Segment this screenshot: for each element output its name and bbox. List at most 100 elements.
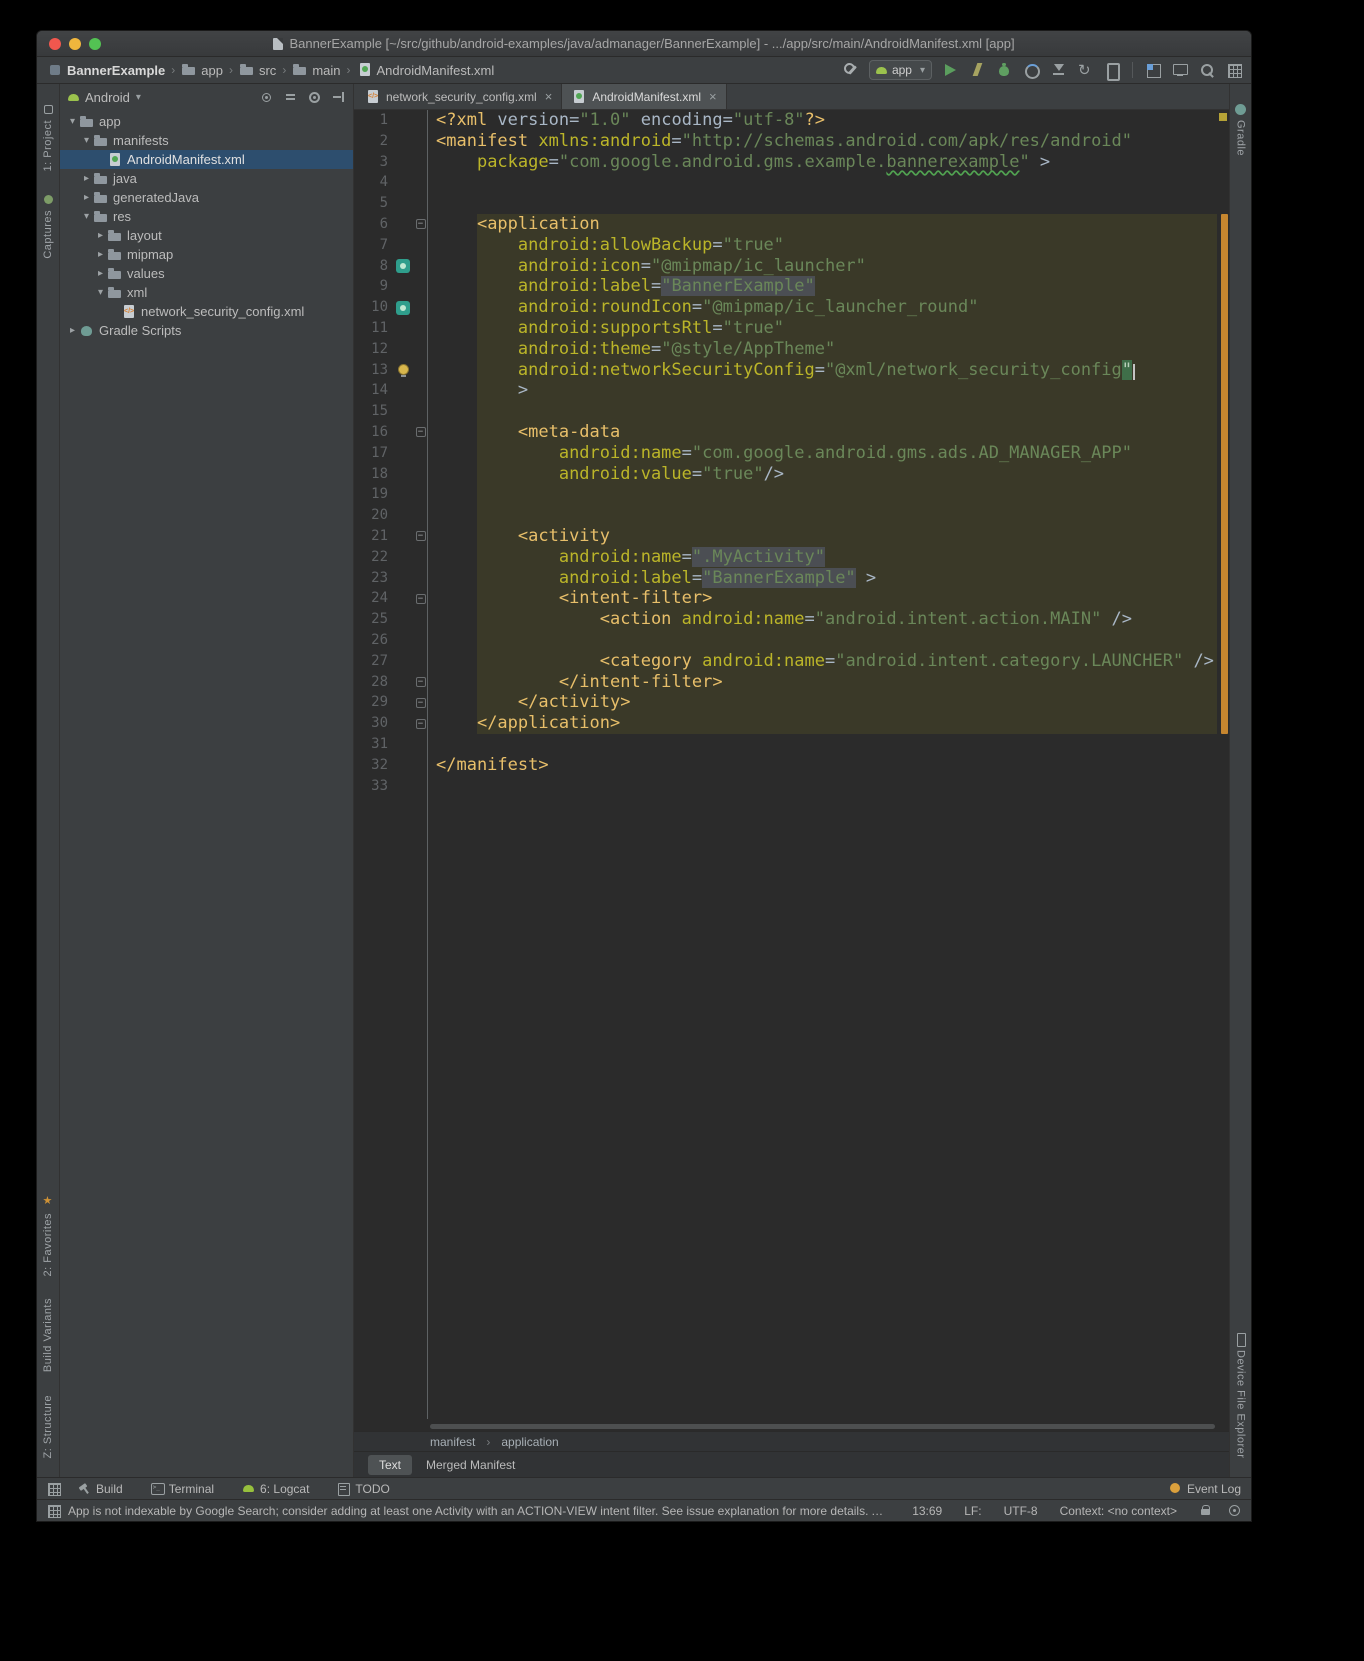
code-line[interactable]: 27 <category android:name="android.inten… (354, 651, 1229, 672)
window-grid-icon[interactable] (1225, 61, 1243, 79)
horizontal-scrollbar[interactable] (430, 1424, 1215, 1429)
tool-button[interactable]: 1: Project (42, 103, 55, 171)
run-icon[interactable] (941, 61, 959, 79)
tree-item[interactable]: ▸Gradle Scripts (60, 321, 353, 340)
tool-button[interactable]: Gradle (1234, 103, 1247, 156)
fold-marker[interactable]: − (416, 594, 426, 604)
tree-item[interactable]: ▸mipmap (60, 245, 353, 264)
tree-expand-arrow[interactable]: ▸ (94, 230, 107, 241)
tree-expand-arrow[interactable]: ▾ (80, 211, 93, 222)
tool-button[interactable]: Device File Explorer (1234, 1333, 1247, 1458)
code-line[interactable]: 26 (354, 630, 1229, 651)
code-line[interactable]: 20 (354, 505, 1229, 526)
code-line[interactable]: 8 android:icon="@mipmap/ic_launcher" (354, 256, 1229, 277)
tool-button[interactable]: Captures (42, 193, 55, 259)
apply-changes-icon[interactable] (968, 61, 986, 79)
tool-button[interactable]: Z: Structure (42, 1395, 54, 1458)
fold-marker[interactable]: − (416, 531, 426, 541)
code-line[interactable]: 15 (354, 401, 1229, 422)
code-line[interactable]: 9 android:label="BannerExample" (354, 276, 1229, 297)
code-line[interactable]: 18 android:value="true"/> (354, 464, 1229, 485)
layout-inspector-icon[interactable] (1144, 61, 1162, 79)
android-monitor-icon[interactable] (1171, 61, 1189, 79)
breadcrumb-item[interactable]: main (290, 62, 342, 78)
code-line[interactable]: 17 android:name="com.google.android.gms.… (354, 443, 1229, 464)
line-ending-indicator[interactable]: LF: (964, 1504, 981, 1518)
tree-expand-arrow[interactable]: ▾ (66, 116, 79, 127)
toolwindow-switcher-icon[interactable] (47, 1482, 60, 1495)
code-line[interactable]: 7 android:allowBackup="true" (354, 235, 1229, 256)
tree-expand-arrow[interactable]: ▾ (80, 135, 93, 146)
code-line[interactable]: 29− </activity> (354, 692, 1229, 713)
run-configuration-select[interactable]: app ▾ (869, 60, 932, 80)
xml-breadcrumb-item[interactable]: manifest (430, 1435, 475, 1449)
tree-item[interactable]: ▾xml (60, 283, 353, 302)
close-tab-icon[interactable]: × (709, 89, 717, 104)
tree-item[interactable]: ▾res (60, 207, 353, 226)
statusbar-toolwindows-icon[interactable] (47, 1504, 60, 1517)
tool-window-button[interactable]: Event Log (1169, 1482, 1241, 1496)
code-line[interactable]: 2<manifest xmlns:android="http://schemas… (354, 131, 1229, 152)
tree-expand-arrow[interactable]: ▸ (80, 192, 93, 203)
fold-marker[interactable]: − (416, 427, 426, 437)
collapse-all-icon[interactable] (284, 91, 297, 104)
code-line[interactable]: 11 android:supportsRtl="true" (354, 318, 1229, 339)
breadcrumb-item[interactable]: BannerExample (45, 62, 167, 78)
editor-tab[interactable]: network_security_config.xml× (356, 84, 562, 109)
fold-marker[interactable]: − (416, 698, 426, 708)
search-icon[interactable] (1198, 61, 1216, 79)
view-tab-text[interactable]: Text (368, 1455, 412, 1475)
tool-button[interactable]: Build Variants (42, 1298, 54, 1372)
locate-file-icon[interactable] (260, 91, 273, 104)
tree-expand-arrow[interactable]: ▸ (66, 325, 79, 336)
editor-tab[interactable]: AndroidManifest.xml× (562, 84, 726, 109)
close-tab-icon[interactable]: × (545, 89, 553, 104)
tree-expand-arrow[interactable]: ▸ (94, 249, 107, 260)
settings-gear-icon[interactable] (308, 91, 321, 104)
intention-bulb-icon[interactable] (398, 364, 409, 375)
breadcrumb-item[interactable]: src (237, 62, 278, 78)
profiler-icon[interactable] (1022, 61, 1040, 79)
code-line[interactable]: 21− <activity (354, 526, 1229, 547)
tool-window-button[interactable]: TODO (337, 1482, 389, 1496)
breadcrumb-item[interactable]: AndroidManifest.xml (355, 62, 497, 78)
tree-item[interactable]: ▾manifests (60, 131, 353, 150)
code-line[interactable]: 25 <action android:name="android.intent.… (354, 609, 1229, 630)
code-line[interactable]: 10 android:roundIcon="@mipmap/ic_launche… (354, 297, 1229, 318)
sync-gradle-icon[interactable] (1076, 61, 1094, 79)
fold-marker[interactable]: − (416, 677, 426, 687)
xml-breadcrumb-item[interactable]: application (501, 1435, 558, 1449)
code-line[interactable]: 12 android:theme="@style/AppTheme" (354, 339, 1229, 360)
code-line[interactable]: 14 > (354, 380, 1229, 401)
code-line[interactable]: 5 (354, 193, 1229, 214)
wrench-icon[interactable] (842, 61, 860, 79)
code-line[interactable]: 6− <application (354, 214, 1229, 235)
tree-item[interactable]: ▸layout (60, 226, 353, 245)
hide-panel-icon[interactable] (332, 91, 345, 104)
tool-window-button[interactable]: 6: Logcat (242, 1482, 309, 1496)
code-line[interactable]: 23 android:label="BannerExample" > (354, 568, 1229, 589)
code-line[interactable]: 16− <meta-data (354, 422, 1229, 443)
tool-button[interactable]: 2: Favorites (42, 1196, 55, 1276)
chevron-down-icon[interactable]: ▾ (136, 92, 141, 103)
context-indicator[interactable]: Context: <no context> (1060, 1504, 1177, 1518)
tree-item[interactable]: ▸generatedJava (60, 188, 353, 207)
code-line[interactable]: 1<?xml version="1.0" encoding="utf-8"?> (354, 110, 1229, 131)
code-line[interactable]: 31 (354, 734, 1229, 755)
tree-expand-arrow[interactable]: ▸ (94, 268, 107, 279)
code-line[interactable]: 28− </intent-filter> (354, 672, 1229, 693)
tree-item[interactable]: ▸values (60, 264, 353, 283)
tree-item[interactable]: ▸java (60, 169, 353, 188)
tool-window-button[interactable]: Terminal (151, 1482, 214, 1496)
tool-window-button[interactable]: Build (78, 1482, 123, 1496)
inspections-profile-icon[interactable] (1228, 1504, 1241, 1517)
code-line[interactable]: 13 android:networkSecurityConfig="@xml/n… (354, 360, 1229, 381)
device-manager-icon[interactable] (1103, 61, 1121, 79)
status-message[interactable]: App is not indexable by Google Search; c… (68, 1504, 890, 1518)
code-line[interactable]: 30− </application> (354, 713, 1229, 734)
code-line[interactable]: 22 android:name=".MyActivity" (354, 547, 1229, 568)
fold-marker[interactable]: − (416, 719, 426, 729)
tree-item[interactable]: AndroidManifest.xml (60, 150, 353, 169)
fold-marker[interactable]: − (416, 219, 426, 229)
breadcrumb-item[interactable]: app (179, 62, 225, 78)
